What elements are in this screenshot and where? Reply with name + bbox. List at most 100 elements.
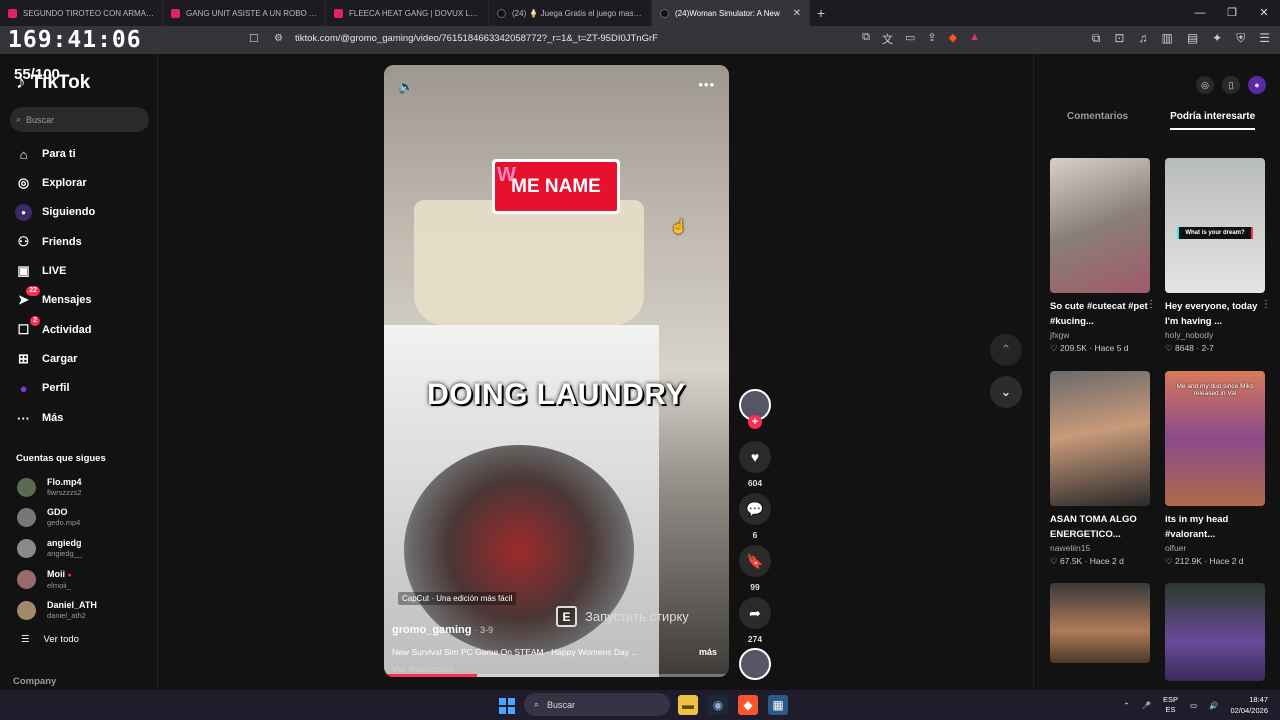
recommended-video-card[interactable]: What is your dream? Hey everyone, today … [1165,158,1271,354]
comment-button[interactable]: 💬 6 [739,493,771,540]
thumb-caption: Me and my duo since Miks released in Val [1176,383,1254,397]
video-author[interactable]: gromo_gaming · 3-9 [392,624,493,636]
nav-live[interactable]: ▣ LIVE [15,261,66,281]
device-icon[interactable]: ▯ [1222,76,1240,94]
steam-icon[interactable]: ◉ [708,695,728,715]
card-more-icon[interactable]: ⋮ [1146,299,1156,310]
video-progress-bar[interactable] [384,674,729,677]
file-explorer-icon[interactable]: ▬ [678,695,698,715]
sound-disc-avatar[interactable] [739,648,771,680]
taskbar-search[interactable]: ⌕ Buscar [524,693,670,716]
url-field[interactable]: tiktok.com/@gromo_gaming/video/761518466… [295,33,658,44]
wallet-icon[interactable]: ▤ [1187,31,1198,46]
nav-para-ti[interactable]: ⌂ Para ti [15,144,76,164]
recommended-video-card[interactable]: Me and my duo since Miks released in Val… [1165,371,1265,567]
previous-video-button[interactable]: ⌃ [990,334,1022,366]
nav-siguiendo[interactable]: ● Siguiendo [15,202,95,222]
volume-icon[interactable]: 🔈 [398,79,414,95]
youtube-icon [8,8,17,18]
music-icon[interactable]: ♫ [1138,31,1147,46]
tab-comentarios[interactable]: Comentarios [1067,111,1128,130]
following-section-title: Cuentas que sigues [16,453,106,464]
screenshot-icon[interactable]: ⊡ [1114,31,1124,46]
thumb-caption: What is your dream? [1177,227,1253,239]
recommended-video-card[interactable]: So cute #cutecat #pet #kucing... jfxgw ♡… [1050,158,1156,354]
new-tab-button[interactable]: + [810,5,832,21]
recommended-video-card[interactable]: ASAN TOMA ALGO ENERGETICO... naweliin15 … [1050,371,1150,567]
close-window-button[interactable]: ✕ [1248,0,1280,26]
more-link[interactable]: más [699,647,717,657]
translate-icon[interactable]: 文 [882,31,893,47]
follow-plus-button[interactable]: + [748,415,762,429]
brave-browser-icon[interactable]: ◆ [738,695,758,715]
home-icon: ⌂ [19,146,28,162]
extensions-icon[interactable]: ⧉ [1092,31,1101,46]
heart-outline-icon: ♡ [1050,556,1058,566]
browser-tab[interactable]: FLEECA HEAT GANG | DOVUX LIFE - Y [326,0,489,26]
activity-badge: 2 [30,315,40,326]
cast-icon[interactable]: ▭ [905,31,915,47]
video-player[interactable]: 🔈 ••• W ME NAME DOING LAUNDRY CapCut · Un… [384,65,729,677]
brave-shield-icon[interactable]: ◆ [949,31,957,47]
tab-podria-interesarte[interactable]: Podría interesarte [1170,111,1256,130]
capcut-tag[interactable]: CapCut · Una edición más fácil [398,592,517,605]
nav-cargar[interactable]: ⊞ Cargar [15,349,77,369]
heart-outline-icon: ♡ [1050,343,1058,353]
more-options-icon[interactable]: ••• [698,77,715,92]
recommended-video-card[interactable] [1165,583,1265,681]
see-all-link[interactable]: ☰ Ver todo [21,634,79,645]
save-button[interactable]: 🔖 99 [739,545,771,592]
browser-tab-active[interactable]: (24)Woman Simulator: A New ✕ [652,0,810,26]
next-video-button[interactable]: ⌄ [990,376,1022,408]
leo-ai-icon[interactable]: ✦ [1212,31,1222,46]
compass-icon[interactable]: ◎ [1196,76,1214,94]
browser-tab[interactable]: GANG UNIT ASISTE A UN ROBO A FL [163,0,326,26]
share-button[interactable]: ➦ 274 [739,597,771,644]
nav-friends[interactable]: ⚇ Friends [15,232,82,252]
company-link[interactable]: Company [13,676,56,687]
bookmark-icon[interactable]: ☐ [249,32,259,45]
sidebar-icon[interactable]: ▥ [1161,31,1172,46]
minimize-button[interactable]: — [1184,0,1216,26]
followed-account[interactable]: angiedg angiedg__ [17,538,82,558]
followed-account[interactable]: Daniel_ATH daniel_ath2 [17,600,97,620]
recommended-video-card[interactable] [1050,583,1150,663]
nav-explorar[interactable]: ◎ Explorar [15,173,87,193]
language-indicator[interactable]: ESP ES [1163,695,1178,715]
avatar [17,570,36,589]
game-key-hint: E Запустить стирку [556,606,689,627]
more-icon: ··· [17,410,30,426]
nav-mensajes[interactable]: ➤ 22 Mensajes [15,285,92,310]
site-info-icon[interactable]: ⚙ [274,33,283,44]
maximize-button[interactable]: ❐ [1216,0,1248,26]
chevron-up-icon[interactable]: ⌃ [1123,701,1129,710]
nav-actividad[interactable]: ☐ 2 Actividad [15,315,92,340]
close-tab-icon[interactable]: ✕ [793,8,801,19]
followed-account[interactable]: Moii ● elmoii_ [17,569,72,590]
followed-account[interactable]: GDO gedo.mp4 [17,507,80,527]
nav-perfil[interactable]: ● Perfil [15,378,70,398]
like-button[interactable]: ♥ 604 [739,441,771,488]
reader-icon[interactable]: ⧉ [862,31,870,47]
start-button[interactable] [499,698,515,714]
taskbar-apps: ▬ ◉ ◆ ▦ [678,695,788,715]
translate-link[interactable]: Ver traducción [392,664,455,674]
menu-icon[interactable]: ☰ [1259,31,1270,46]
search-input[interactable]: ⌕ Buscar [10,107,149,132]
network-icon[interactable]: ▭ [1190,701,1197,710]
left-sidebar: ♪ TikTok ⌕ Buscar ⌂ Para ti ◎ Explorar ● Sig… [0,54,158,690]
profile-avatar-icon[interactable]: ● [1248,76,1266,94]
clock[interactable]: 18:47 02/04/2026 [1230,694,1268,716]
volume-icon[interactable]: 🔊 [1209,701,1218,710]
browser-tab[interactable]: SEGUNDO TIROTEO CON ARMAS LA [0,0,163,26]
vpn-icon[interactable]: ⛨ [1236,31,1245,46]
followed-account[interactable]: Flo.mp4 flwrszzzs2 [17,477,82,497]
microphone-icon[interactable]: 🎤 [1142,701,1151,710]
browser-tab[interactable]: (24) 🍦 Juega Gratis el juego mas bizar [489,0,652,26]
card-more-icon[interactable]: ⋮ [1261,299,1271,310]
brave-rewards-icon[interactable]: ▲ [969,31,980,47]
calculator-icon[interactable]: ▦ [768,695,788,715]
nav-mas[interactable]: ··· Más [15,408,63,428]
live-indicator-icon: ● [67,572,72,579]
share-icon[interactable]: ⇪ [927,31,936,47]
